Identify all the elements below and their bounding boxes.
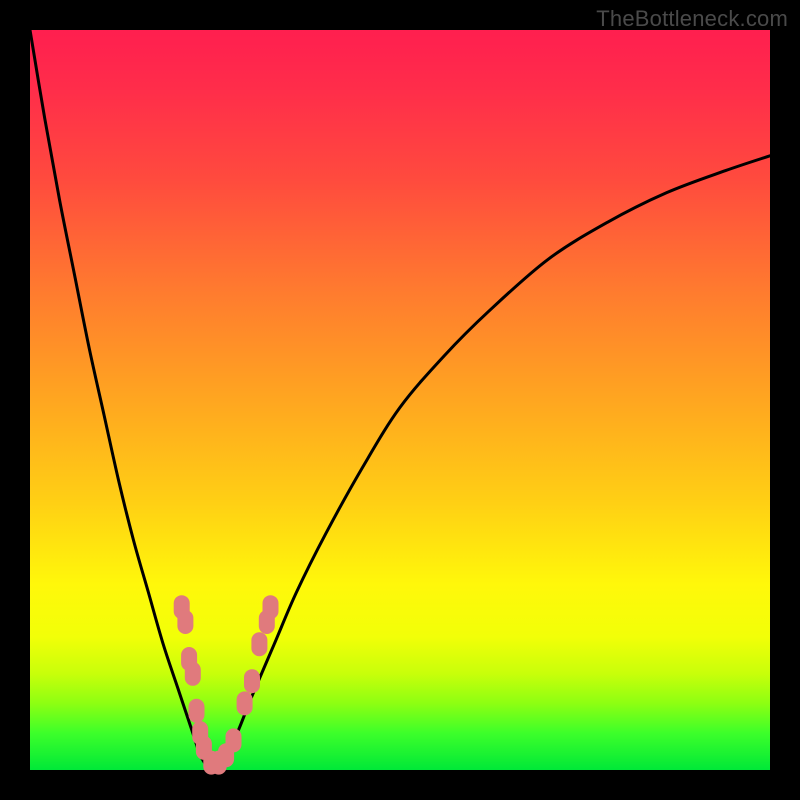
curve-marker [237,691,253,715]
chart-plot-area [30,30,770,770]
curve-marker [189,699,205,723]
chart-marker-group [174,595,279,774]
chart-frame: TheBottleneck.com [0,0,800,800]
chart-svg [30,30,770,770]
curve-marker [263,595,279,619]
curve-marker [226,728,242,752]
curve-marker [177,610,193,634]
watermark-text: TheBottleneck.com [596,6,788,32]
curve-marker [244,669,260,693]
curve-marker [185,662,201,686]
chart-curve-group [30,30,770,771]
curve-marker [251,632,267,656]
bottleneck-curve [30,30,770,771]
